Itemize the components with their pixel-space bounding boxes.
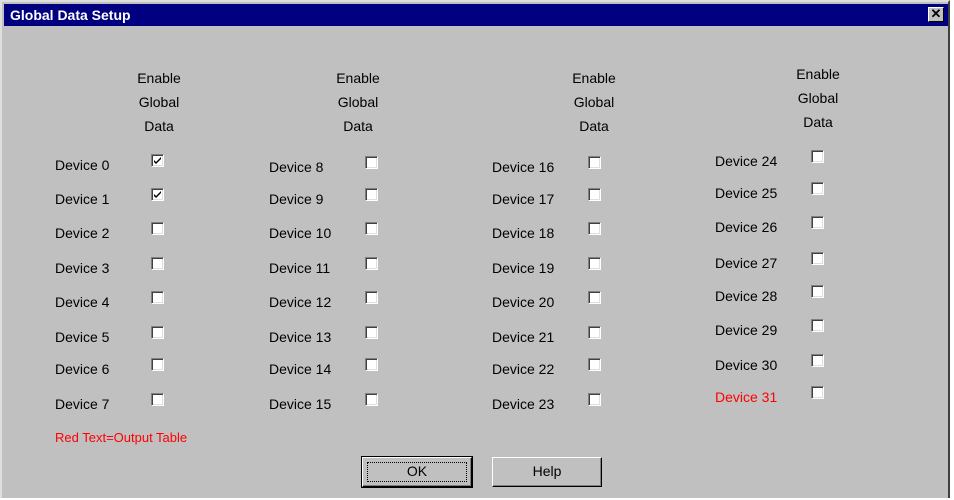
enable-global-data-checkbox-30[interactable] bbox=[811, 354, 824, 367]
enable-global-data-checkbox-10[interactable] bbox=[365, 222, 378, 235]
enable-global-data-checkbox-24[interactable] bbox=[811, 150, 824, 163]
enable-global-data-checkbox-28[interactable] bbox=[811, 285, 824, 298]
enable-global-data-checkbox-6[interactable] bbox=[151, 358, 164, 371]
enable-global-data-checkbox-14[interactable] bbox=[365, 358, 378, 371]
column-header-line: Enable bbox=[796, 66, 840, 82]
device-label-3: Device 3 bbox=[55, 260, 110, 276]
checkmark-icon bbox=[154, 157, 161, 164]
device-label-25: Device 25 bbox=[715, 185, 778, 201]
column-header-line: Data bbox=[144, 118, 174, 134]
enable-global-data-checkbox-0[interactable] bbox=[151, 154, 164, 167]
enable-global-data-checkbox-1[interactable] bbox=[151, 188, 164, 201]
column-header-1: Enable Global Data bbox=[318, 66, 398, 138]
enable-global-data-checkbox-5[interactable] bbox=[151, 326, 164, 339]
device-label-7: Device 7 bbox=[55, 396, 110, 412]
enable-global-data-checkbox-16[interactable] bbox=[588, 156, 601, 169]
device-label-1: Device 1 bbox=[55, 191, 110, 207]
enable-global-data-checkbox-23[interactable] bbox=[588, 393, 601, 406]
enable-global-data-checkbox-2[interactable] bbox=[151, 222, 164, 235]
enable-global-data-checkbox-27[interactable] bbox=[811, 252, 824, 265]
device-label-18: Device 18 bbox=[492, 225, 555, 241]
device-label-27: Device 27 bbox=[715, 255, 778, 271]
device-label-13: Device 13 bbox=[269, 329, 332, 345]
ok-button-label: OK bbox=[406, 463, 428, 479]
window-title: Global Data Setup bbox=[10, 7, 131, 23]
device-label-24: Device 24 bbox=[715, 153, 778, 169]
checkmark-icon bbox=[154, 191, 161, 198]
column-header-line: Global bbox=[138, 94, 180, 110]
device-label-2: Device 2 bbox=[55, 225, 110, 241]
device-label-5: Device 5 bbox=[55, 329, 110, 345]
column-header-line: Enable bbox=[336, 70, 380, 86]
enable-global-data-checkbox-18[interactable] bbox=[588, 222, 601, 235]
column-header-line: Global bbox=[797, 90, 839, 106]
column-header-3: Enable Global Data bbox=[778, 62, 858, 134]
device-label-16: Device 16 bbox=[492, 159, 555, 175]
enable-global-data-checkbox-25[interactable] bbox=[811, 182, 824, 195]
column-header-line: Data bbox=[579, 118, 609, 134]
global-data-setup-dialog: Global Data Setup ✕ Enable Global Data Devi… bbox=[0, 0, 950, 498]
device-label-30: Device 30 bbox=[715, 357, 778, 373]
enable-global-data-checkbox-7[interactable] bbox=[151, 393, 164, 406]
device-label-10: Device 10 bbox=[269, 225, 332, 241]
device-label-0: Device 0 bbox=[55, 157, 110, 173]
enable-global-data-checkbox-26[interactable] bbox=[811, 216, 824, 229]
device-label-29: Device 29 bbox=[715, 322, 778, 338]
device-label-6: Device 6 bbox=[55, 361, 110, 377]
title-bar[interactable]: Global Data Setup ✕ bbox=[4, 4, 948, 26]
device-label-11: Device 11 bbox=[269, 260, 331, 276]
enable-global-data-checkbox-11[interactable] bbox=[365, 257, 378, 270]
device-label-12: Device 12 bbox=[269, 294, 332, 310]
device-label-9: Device 9 bbox=[269, 191, 324, 207]
column-header-2: Enable Global Data bbox=[554, 66, 634, 138]
enable-global-data-checkbox-4[interactable] bbox=[151, 291, 164, 304]
device-label-31: Device 31 bbox=[715, 389, 778, 405]
column-header-line: Data bbox=[343, 118, 373, 134]
device-label-22: Device 22 bbox=[492, 361, 555, 377]
enable-global-data-checkbox-21[interactable] bbox=[588, 326, 601, 339]
column-header-line: Enable bbox=[137, 70, 181, 86]
enable-global-data-checkbox-9[interactable] bbox=[365, 188, 378, 201]
device-label-21: Device 21 bbox=[492, 329, 555, 345]
device-label-23: Device 23 bbox=[492, 396, 555, 412]
device-label-17: Device 17 bbox=[492, 191, 555, 207]
enable-global-data-checkbox-13[interactable] bbox=[365, 326, 378, 339]
enable-global-data-checkbox-8[interactable] bbox=[365, 156, 378, 169]
enable-global-data-checkbox-20[interactable] bbox=[588, 291, 601, 304]
enable-global-data-checkbox-19[interactable] bbox=[588, 257, 601, 270]
device-label-26: Device 26 bbox=[715, 219, 778, 235]
close-button[interactable]: ✕ bbox=[928, 7, 944, 22]
device-label-15: Device 15 bbox=[269, 396, 332, 412]
column-header-line: Global bbox=[337, 94, 379, 110]
ok-button[interactable]: OK bbox=[361, 456, 473, 488]
device-label-28: Device 28 bbox=[715, 288, 778, 304]
enable-global-data-checkbox-17[interactable] bbox=[588, 188, 601, 201]
column-header-line: Enable bbox=[572, 70, 616, 86]
help-button[interactable]: Help bbox=[492, 457, 602, 487]
help-button-label: Help bbox=[532, 463, 562, 479]
legend-note: Red Text=Output Table bbox=[55, 430, 188, 445]
enable-global-data-checkbox-12[interactable] bbox=[365, 291, 378, 304]
column-header-line: Global bbox=[573, 94, 615, 110]
enable-global-data-checkbox-3[interactable] bbox=[151, 257, 164, 270]
column-header-0: Enable Global Data bbox=[119, 66, 199, 138]
device-label-14: Device 14 bbox=[269, 361, 332, 377]
device-label-8: Device 8 bbox=[269, 159, 324, 175]
enable-global-data-checkbox-15[interactable] bbox=[365, 393, 378, 406]
enable-global-data-checkbox-31[interactable] bbox=[811, 386, 824, 399]
enable-global-data-checkbox-22[interactable] bbox=[588, 358, 601, 371]
column-header-line: Data bbox=[803, 114, 833, 130]
device-label-4: Device 4 bbox=[55, 294, 110, 310]
enable-global-data-checkbox-29[interactable] bbox=[811, 319, 824, 332]
device-label-19: Device 19 bbox=[492, 260, 555, 276]
device-label-20: Device 20 bbox=[492, 294, 555, 310]
